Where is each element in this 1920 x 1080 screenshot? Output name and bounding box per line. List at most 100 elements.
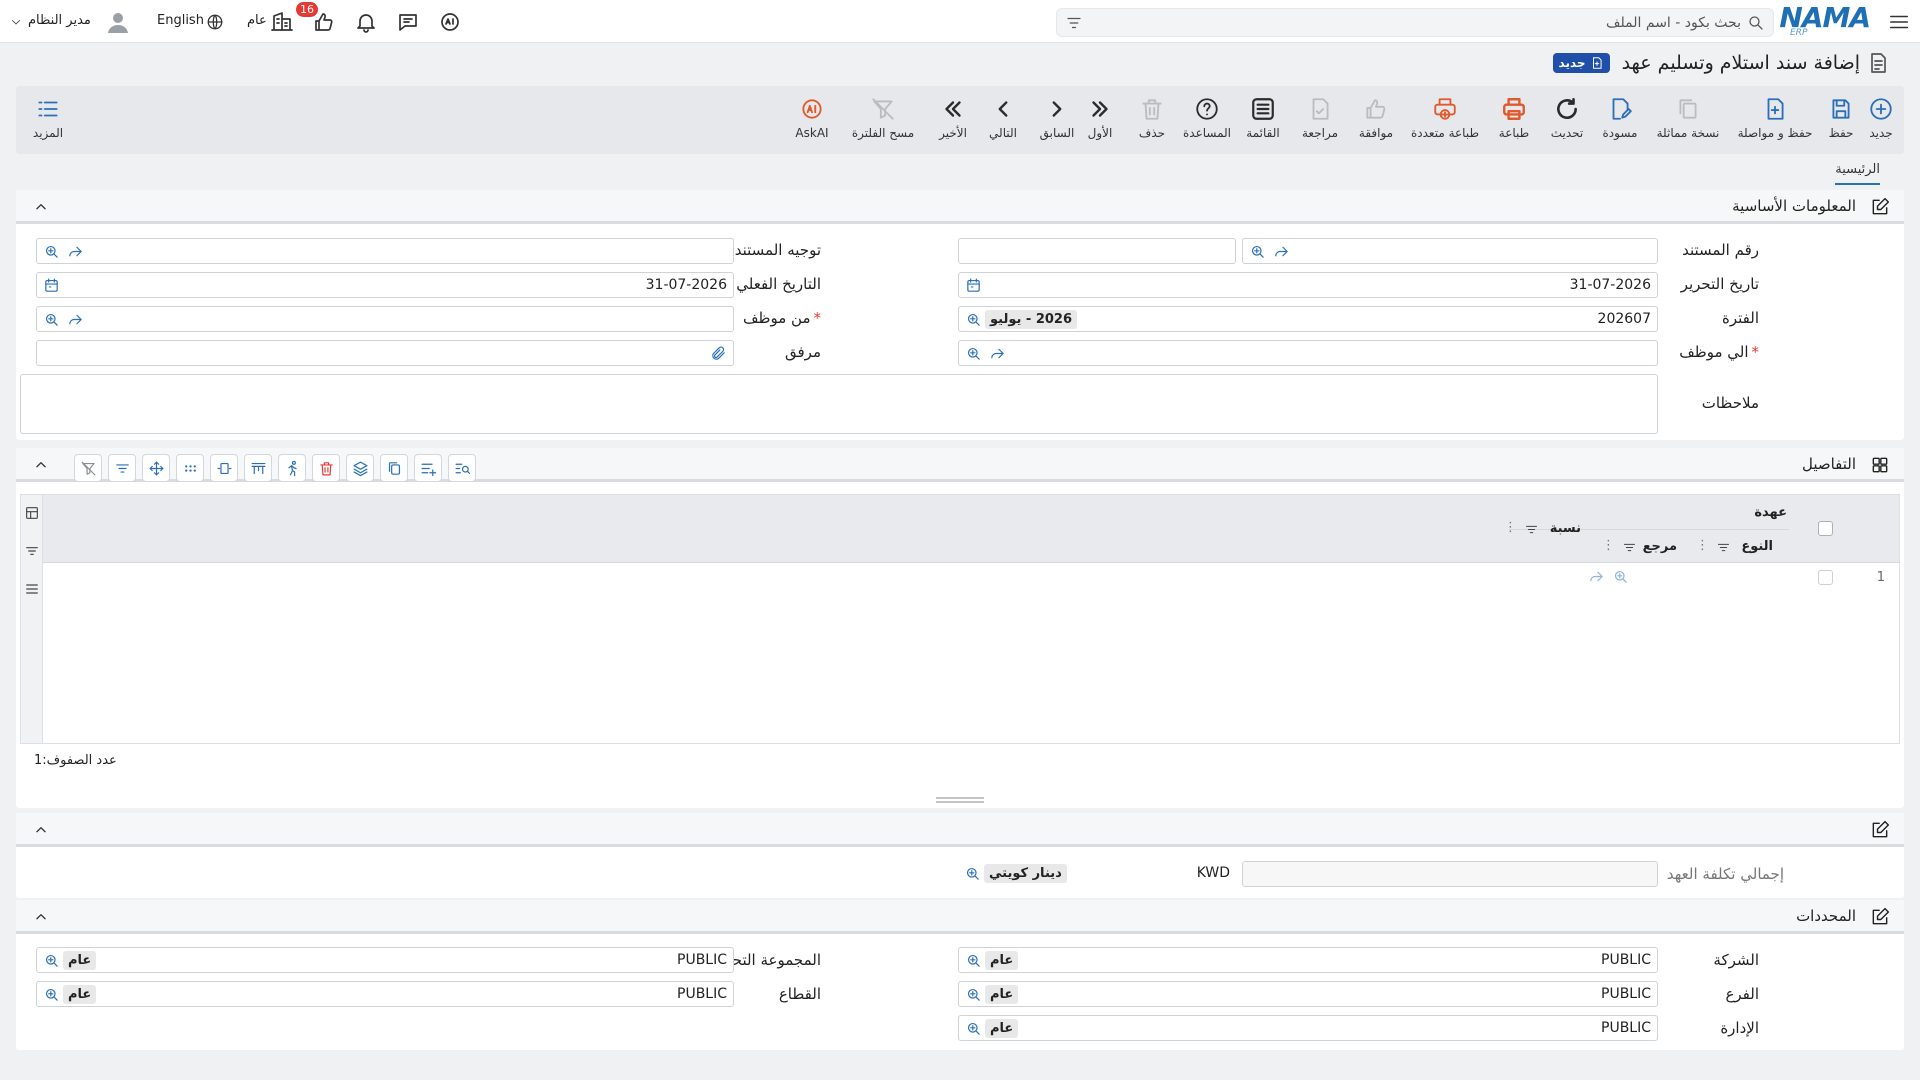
share-arrow-icon[interactable] [67, 243, 84, 260]
grid-run-button[interactable] [278, 454, 306, 482]
tab-main[interactable]: الرئيسية [1835, 162, 1880, 185]
calendar-icon[interactable] [965, 277, 982, 294]
first-record-button[interactable]: الأول [1078, 96, 1122, 140]
doc-number-field[interactable] [1242, 238, 1658, 264]
company-building-icon[interactable] [270, 10, 294, 34]
column-menu-icon[interactable]: ⋮ [1504, 520, 1517, 535]
refresh-button[interactable]: تحديث [1542, 96, 1592, 140]
list-button[interactable]: القائمة [1238, 96, 1288, 140]
columns-icon[interactable] [24, 505, 40, 521]
user-name[interactable]: مدير النظام [28, 13, 91, 28]
save-continue-button[interactable]: حفظ و مواصلة [1730, 96, 1820, 140]
period-field[interactable]: 202607 2026 - يوليو [958, 306, 1658, 332]
collapse-chevron-icon[interactable] [34, 200, 48, 214]
lookup-search-icon[interactable] [965, 345, 982, 362]
filter-lines-icon[interactable] [24, 543, 40, 559]
search-icon[interactable] [1747, 14, 1765, 32]
scope-label[interactable]: عام [247, 13, 267, 28]
share-arrow-icon[interactable] [1273, 243, 1290, 260]
new-button[interactable]: جديد [1858, 96, 1904, 140]
doc-direction-field[interactable] [36, 238, 734, 264]
delete-button[interactable]: حذف [1128, 96, 1176, 140]
grid-table-button[interactable] [244, 454, 272, 482]
last-record-button[interactable]: الأخير [930, 96, 976, 140]
analytic-group-field[interactable]: PUBLIC عام [36, 947, 734, 973]
chevron-down-icon[interactable] [10, 16, 22, 28]
print-button[interactable]: طباعة [1488, 96, 1540, 140]
save-button[interactable]: حفظ [1818, 96, 1864, 140]
row-checkbox[interactable] [1818, 570, 1833, 585]
grid-layers-button[interactable] [346, 454, 374, 482]
grid-filter-button[interactable] [108, 454, 136, 482]
select-all-checkbox[interactable] [1818, 521, 1833, 536]
review-button[interactable]: مراجعة [1292, 96, 1348, 140]
column-header-ref[interactable]: مرجع [1643, 539, 1677, 554]
chat-icon[interactable] [396, 10, 420, 34]
grid-copy-button[interactable] [380, 454, 408, 482]
lookup-search-icon[interactable] [43, 986, 60, 1003]
grid-clear-filter-button[interactable] [74, 454, 102, 482]
grid-search-button[interactable] [448, 454, 476, 482]
branch-field[interactable]: PUBLIC عام [958, 981, 1658, 1007]
from-employee-field[interactable] [36, 306, 734, 332]
clear-filter-button[interactable]: مسح الفلترة [848, 96, 918, 140]
table-row[interactable]: 1 [43, 563, 1899, 593]
department-field[interactable]: PUBLIC عام [958, 1015, 1658, 1041]
to-employee-field[interactable] [958, 340, 1658, 366]
lookup-search-icon[interactable] [965, 952, 982, 969]
grid-delete-button[interactable] [312, 454, 340, 482]
paperclip-icon[interactable] [710, 345, 727, 362]
filter-icon[interactable] [1065, 14, 1083, 32]
column-menu-icon[interactable]: ⋮ [1696, 538, 1709, 553]
lookup-search-icon[interactable] [964, 865, 981, 882]
duplicate-button[interactable]: نسخة مماثلة [1648, 96, 1728, 140]
approve-button[interactable]: موافقة [1348, 96, 1404, 140]
hamburger-menu-icon[interactable] [1888, 11, 1910, 33]
edit-date-field[interactable]: 31-07-2026 [958, 272, 1658, 298]
help-button[interactable]: المساعدة [1176, 96, 1238, 140]
collapse-chevron-icon[interactable] [34, 823, 48, 837]
multi-print-button[interactable]: طباعة متعددة [1404, 96, 1486, 140]
app-logo[interactable]: NAMA ERP [1779, 4, 1871, 39]
previous-record-button[interactable]: السابق [1032, 96, 1082, 140]
sector-field[interactable]: PUBLIC عام [36, 981, 734, 1007]
grid-move-button[interactable] [142, 454, 170, 482]
next-record-button[interactable]: التالي [980, 96, 1026, 140]
lookup-search-icon[interactable] [1612, 568, 1629, 585]
doc-number-extra-field[interactable] [958, 238, 1236, 264]
more-button[interactable]: المزيد [26, 96, 70, 140]
menu-lines-icon[interactable] [24, 581, 40, 597]
column-menu-icon[interactable]: ⋮ [1602, 538, 1615, 553]
lookup-search-icon[interactable] [43, 243, 60, 260]
search-input[interactable] [1141, 9, 1741, 36]
column-filter-icon[interactable] [1622, 540, 1637, 555]
user-avatar-icon[interactable] [106, 10, 130, 34]
grid-fit-button[interactable] [210, 454, 238, 482]
ai-assistant-icon[interactable] [438, 10, 462, 34]
resize-handle[interactable] [936, 796, 984, 804]
lookup-search-icon[interactable] [1249, 243, 1266, 260]
lookup-search-icon[interactable] [965, 311, 982, 328]
lookup-search-icon[interactable] [965, 986, 982, 1003]
grid-add-row-button[interactable] [414, 454, 442, 482]
globe-icon[interactable] [206, 13, 224, 31]
column-header-ratio[interactable]: نسبة [1550, 521, 1581, 536]
draft-button[interactable]: مسودة [1594, 96, 1646, 140]
column-filter-icon[interactable] [1716, 540, 1731, 555]
lookup-search-icon[interactable] [965, 1020, 982, 1037]
language-switch[interactable]: English [157, 13, 204, 28]
grid-dots-button[interactable] [176, 454, 204, 482]
collapse-chevron-icon[interactable] [34, 458, 48, 472]
calendar-icon[interactable] [43, 277, 60, 294]
notes-textarea[interactable] [20, 374, 1658, 434]
column-filter-icon[interactable] [1524, 522, 1539, 537]
lookup-search-icon[interactable] [43, 952, 60, 969]
company-field[interactable]: PUBLIC عام [958, 947, 1658, 973]
askai-button[interactable]: AskAI [790, 96, 834, 140]
collapse-chevron-icon[interactable] [34, 910, 48, 924]
share-arrow-icon[interactable] [1588, 568, 1605, 585]
actual-date-field[interactable]: 31-07-2026 [36, 272, 734, 298]
lookup-search-icon[interactable] [43, 311, 60, 328]
attachment-field[interactable] [36, 340, 734, 366]
bell-icon[interactable] [354, 10, 378, 34]
